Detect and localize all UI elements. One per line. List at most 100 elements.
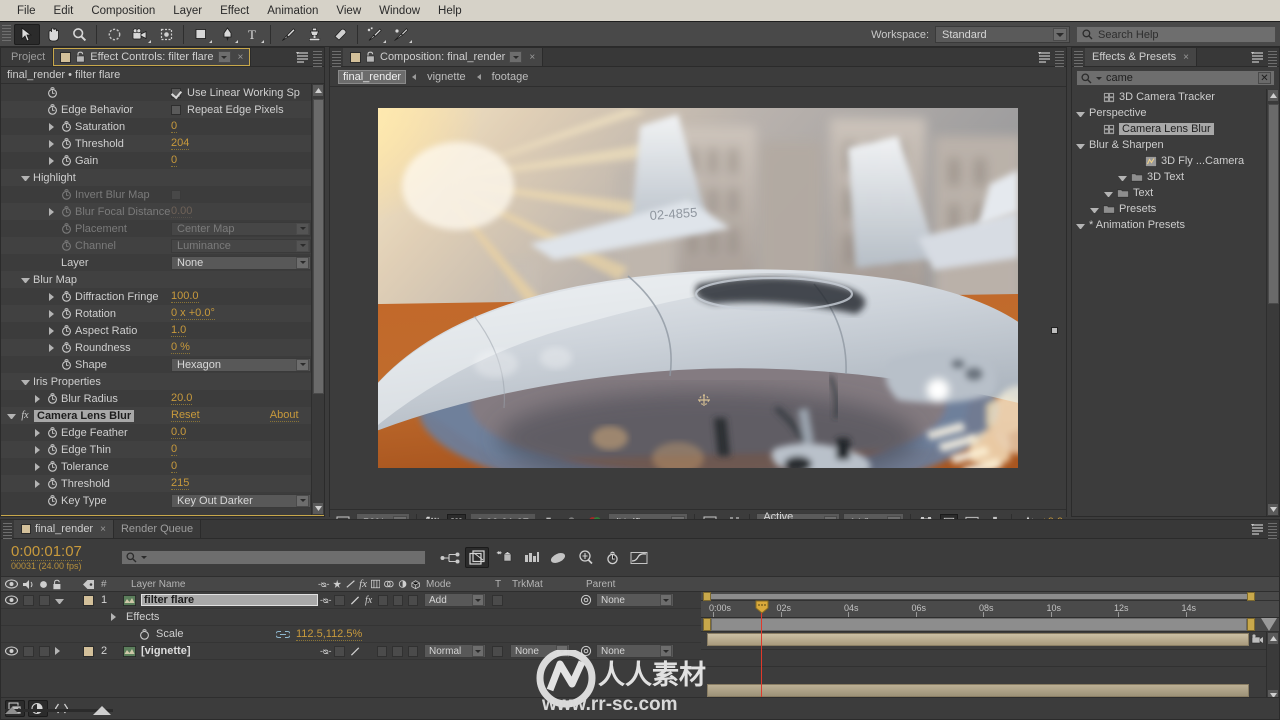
property-label[interactable]: Gain: [75, 155, 98, 167]
effect-property-row[interactable]: Gain 0: [1, 152, 324, 169]
effect-property-row[interactable]: Edge Feather 0.0: [1, 424, 324, 441]
property-value[interactable]: 0: [171, 154, 178, 167]
twirl-open-icon[interactable]: [1090, 207, 1099, 213]
menu-window[interactable]: Window: [370, 0, 429, 22]
effect-property-row[interactable]: Roundness 0 %: [1, 339, 324, 356]
layer-trkmat-dropdown[interactable]: None: [510, 644, 570, 658]
property-dropdown[interactable]: Luminance: [171, 238, 311, 253]
brush-tool-icon[interactable]: [275, 24, 301, 45]
search-dropdown-icon[interactable]: [1096, 76, 1102, 80]
mode-column-header[interactable]: Mode: [420, 579, 488, 590]
work-area-top[interactable]: [701, 592, 1279, 601]
property-checkbox[interactable]: [171, 87, 181, 98]
layer-mode-dropdown[interactable]: Add: [424, 593, 486, 607]
property-value[interactable]: 0.00: [171, 205, 193, 218]
menu-help[interactable]: Help: [429, 0, 471, 22]
tab-composition[interactable]: Composition: final_render ×: [343, 48, 544, 66]
link-icon[interactable]: [276, 630, 290, 639]
panel-grip[interactable]: [1074, 51, 1083, 69]
panel-menu-icon[interactable]: [1248, 48, 1266, 66]
effect-property-row[interactable]: Shape Hexagon: [1, 356, 324, 373]
property-value[interactable]: 0 x +0.0°: [171, 307, 215, 320]
twirl-closed-icon[interactable]: [111, 613, 120, 621]
property-value[interactable]: 0.0: [171, 426, 187, 439]
property-value[interactable]: 20.0: [171, 392, 193, 405]
stopwatch-icon[interactable]: [47, 461, 58, 472]
property-value[interactable]: 0: [171, 443, 178, 456]
layer-switch-box[interactable]: [334, 594, 345, 606]
breadcrumb-item[interactable]: footage: [487, 70, 534, 84]
twirl-closed-icon[interactable]: [49, 139, 58, 148]
effect-property-row[interactable]: Placement Center Map: [1, 220, 324, 237]
work-area-end-handle[interactable]: [1247, 618, 1255, 631]
motion-blur-switch-icon[interactable]: [350, 646, 360, 657]
layer-name-column-header[interactable]: Layer Name: [123, 579, 318, 590]
layer-bar-vignette[interactable]: [707, 684, 1249, 697]
property-checkbox[interactable]: [171, 104, 181, 115]
panel-menu-icon[interactable]: [1248, 520, 1266, 538]
property-group-label[interactable]: Effects: [126, 611, 159, 623]
trkmat-column-header[interactable]: TrkMat: [508, 579, 578, 590]
t-column-header[interactable]: T: [488, 579, 508, 590]
effect-property-row[interactable]: Edge Thin 0: [1, 441, 324, 458]
stopwatch-icon[interactable]: [61, 325, 72, 336]
rotation-tool-icon[interactable]: [101, 24, 127, 45]
work-area-bar-row[interactable]: [701, 618, 1279, 632]
search-dropdown-icon[interactable]: [141, 556, 147, 559]
twirl-closed-icon[interactable]: [35, 462, 44, 471]
twirl-closed-icon[interactable]: [35, 428, 44, 437]
effect-property-row[interactable]: Saturation 0: [1, 118, 324, 135]
layer-parent-dropdown[interactable]: None: [596, 644, 674, 658]
effect-property-row[interactable]: Key Type Key Out Darker: [1, 492, 324, 509]
property-value[interactable]: 215: [171, 477, 190, 490]
effect-property-row[interactable]: Rotation 0 x +0.0°: [1, 305, 324, 322]
twirl-closed-icon[interactable]: [35, 479, 44, 488]
effects-tree-scrollbar[interactable]: [1266, 89, 1279, 516]
property-label[interactable]: Saturation: [75, 121, 125, 133]
close-icon[interactable]: ×: [529, 52, 535, 63]
type-tool-icon[interactable]: T: [240, 24, 266, 45]
scroll-down-button[interactable]: [312, 502, 324, 515]
stopwatch-icon[interactable]: [47, 393, 58, 404]
timeline-layer-row[interactable]: 1 filter flare -ᴓ-fx Add None: [1, 592, 701, 609]
property-label[interactable]: Scale: [156, 628, 276, 640]
effects-tree-item[interactable]: 3D Text: [1072, 169, 1279, 185]
property-label[interactable]: Edge Behavior: [61, 104, 133, 116]
enable-frame-blending-icon[interactable]: [519, 547, 543, 568]
layer-switch-box[interactable]: [407, 594, 418, 606]
parent-column-header[interactable]: Parent: [578, 579, 678, 590]
twirl-open-icon[interactable]: [21, 176, 30, 181]
search-help-input[interactable]: Search Help: [1076, 26, 1276, 43]
stopwatch-icon[interactable]: [47, 495, 58, 506]
property-label[interactable]: Highlight: [33, 172, 76, 184]
twirl-open-icon[interactable]: [1076, 111, 1085, 117]
stopwatch-icon[interactable]: [61, 155, 72, 166]
property-value[interactable]: 112.5,112.5%: [296, 628, 363, 641]
twirl-closed-icon[interactable]: [55, 647, 64, 655]
property-dropdown[interactable]: None: [171, 255, 311, 270]
property-label[interactable]: Layer: [61, 257, 89, 269]
effects-tree-item[interactable]: Camera Lens Blur: [1072, 121, 1279, 137]
hide-shy-layers-icon[interactable]: [492, 547, 516, 568]
twirl-open-icon[interactable]: [7, 414, 16, 419]
timeline-search-input[interactable]: [121, 550, 426, 565]
panel-grip[interactable]: [332, 51, 341, 69]
property-dropdown[interactable]: Center Map: [171, 221, 311, 236]
panel-grip[interactable]: [1055, 51, 1064, 69]
property-label[interactable]: Rotation: [75, 308, 116, 320]
stopwatch-icon[interactable]: [61, 121, 72, 132]
motion-blur-switch-icon[interactable]: [350, 595, 360, 606]
layer-bars-area[interactable]: [701, 632, 1279, 702]
property-label[interactable]: Invert Blur Map: [75, 189, 150, 201]
property-label[interactable]: Blur Map: [33, 274, 77, 286]
property-value[interactable]: 0: [171, 120, 178, 133]
eye-icon[interactable]: [4, 646, 18, 656]
playhead-marker[interactable]: [755, 600, 769, 614]
effects-tree[interactable]: 3D Camera Tracker Perspective Camera Lens …: [1072, 89, 1279, 516]
effect-property-row[interactable]: Aspect Ratio 1.0: [1, 322, 324, 339]
twirl-closed-icon[interactable]: [49, 122, 58, 131]
property-label[interactable]: Shape: [75, 359, 107, 371]
menu-layer[interactable]: Layer: [164, 0, 211, 22]
menu-animation[interactable]: Animation: [258, 0, 327, 22]
panel-grip[interactable]: [1268, 523, 1277, 541]
